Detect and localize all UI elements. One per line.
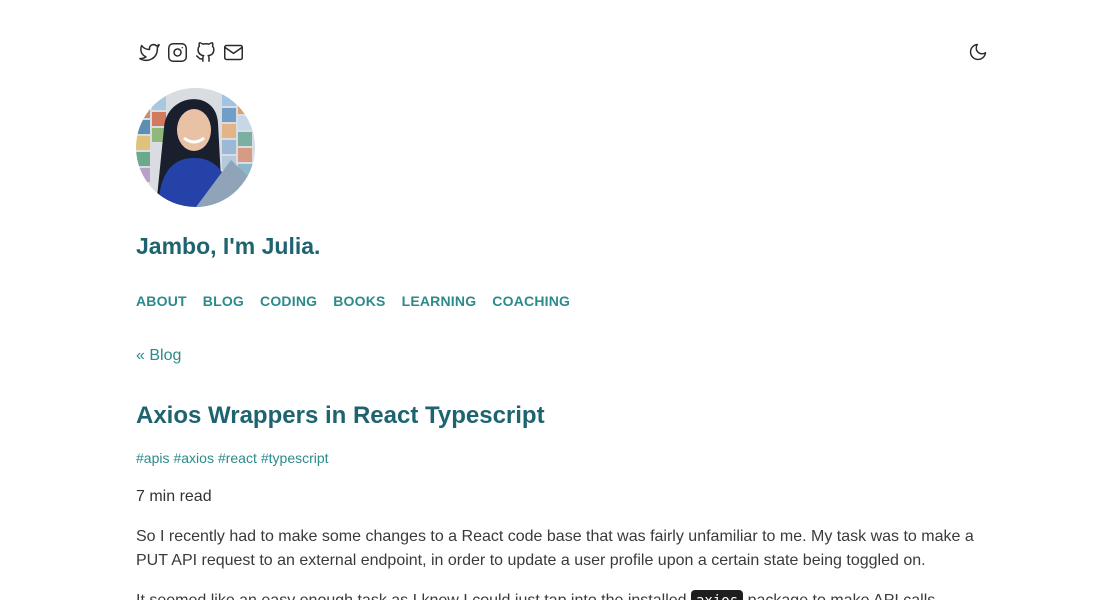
tag-link[interactable]: #typescript [261,450,329,466]
mail-icon [223,44,243,60]
post-tags: #apis #axios #react #typescript [136,450,329,466]
avatar-image [136,88,255,207]
post-paragraph: It seemed like an easy enough task as I … [136,589,988,600]
paragraph-text: package to make API calls. [748,592,940,600]
back-to-blog-link[interactable]: « Blog [136,347,181,365]
tag-link[interactable]: #react [218,450,257,466]
instagram-link[interactable] [166,41,188,63]
github-link[interactable] [194,41,216,63]
github-icon [195,41,215,62]
page: Jambo, I'm Julia. ABOUT BLOG CODING BOOK… [0,0,1109,600]
nav-item-books[interactable]: BOOKS [333,293,385,309]
tag-link[interactable]: #axios [173,450,213,466]
paragraph-text: It seemed like an easy enough task as I … [136,592,687,600]
email-link[interactable] [222,41,244,63]
moon-icon [969,43,987,61]
theme-toggle-button[interactable] [967,41,989,63]
nav-item-about[interactable]: ABOUT [136,293,187,309]
read-time: 7 min read [136,488,212,505]
twitter-link[interactable] [138,41,160,63]
inline-code: axios [691,590,744,600]
nav-item-coaching[interactable]: COACHING [492,293,570,309]
instagram-icon [167,42,187,62]
post-title: Axios Wrappers in React Typescript [136,402,545,429]
avatar [136,88,255,207]
main-nav: ABOUT BLOG CODING BOOKS LEARNING COACHIN… [136,293,570,309]
post-paragraph: So I recently had to make some changes t… [136,528,974,569]
nav-item-blog[interactable]: BLOG [203,293,244,309]
site-title: Jambo, I'm Julia. [136,233,321,259]
twitter-icon [138,43,160,61]
tag-link[interactable]: #apis [136,450,169,466]
social-links [138,41,244,63]
nav-item-coding[interactable]: CODING [260,293,317,309]
nav-item-learning[interactable]: LEARNING [402,293,477,309]
